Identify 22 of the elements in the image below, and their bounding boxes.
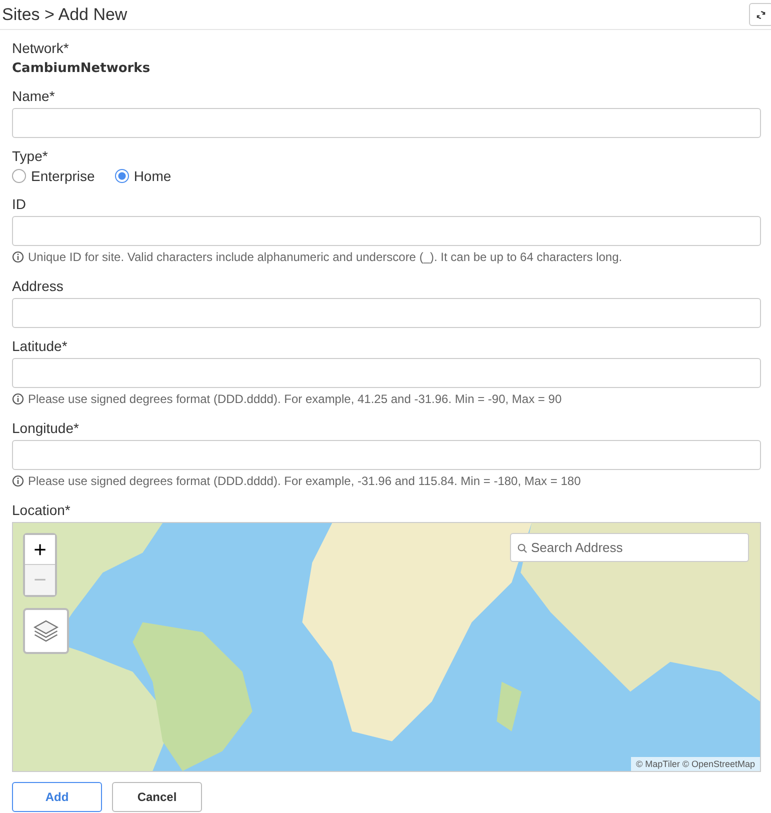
radio-option[interactable]: Enterprise (12, 168, 95, 184)
radio-label: Enterprise (31, 168, 95, 184)
radio-option[interactable]: Home (114, 168, 172, 184)
help-text: Please use signed degrees format (DDD.dddd). For example, -31.96 and 115.84. Min = -180, Max = 180 (28, 474, 581, 488)
field-value: CambiumNetworks (12, 60, 152, 78)
add-button[interactable]: Add (12, 782, 102, 812)
field-label: ID (12, 196, 27, 212)
search-field[interactable]: Search Address (510, 533, 749, 562)
field-label: Type* (12, 148, 49, 164)
help-text: Unique ID for site. Valid characters include alphanumeric and underscore (_). It can be up to 64 characters long. (28, 250, 622, 264)
field-label: Longitude* (12, 420, 80, 436)
field-label: Network* (12, 40, 70, 56)
help-text: Please use signed degrees format (DDD.dddd). For example, 41.25 and -31.96. Min = -90, Max = 90 (28, 392, 562, 406)
map-attribution: © MapTiler © OpenStreetMap (631, 757, 760, 771)
cancel-button[interactable]: Cancel (112, 782, 202, 812)
field-label: Location* (12, 502, 72, 518)
field-label: Name* (12, 88, 56, 104)
field-label: Address (12, 278, 64, 294)
radio-label: Home (134, 168, 172, 184)
field-label: Latitude* (12, 338, 68, 354)
page-title: Sites > Add New (2, 4, 128, 24)
zoom-in-button[interactable]: + (25, 535, 55, 565)
